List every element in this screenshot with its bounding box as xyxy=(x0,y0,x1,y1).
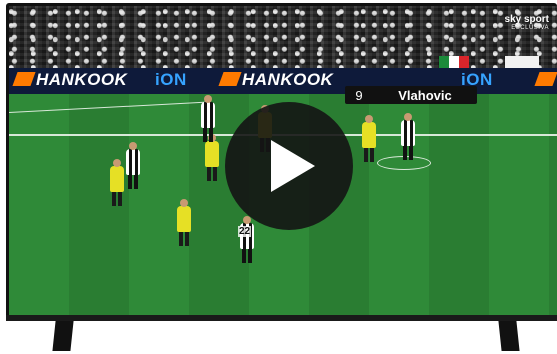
tv-bottom-bezel xyxy=(6,315,557,321)
player-yellow xyxy=(110,159,124,206)
player-yellow xyxy=(205,134,219,181)
broadcaster-name: sky sport xyxy=(504,14,549,25)
player-juventus xyxy=(126,142,140,189)
player-juventus xyxy=(401,113,415,160)
scorebug-player-name: Vlahovic xyxy=(398,87,452,103)
play-button[interactable] xyxy=(225,102,353,230)
broadcaster-logo: sky sport ESCLUSIVA xyxy=(505,14,549,31)
tv-leg-left xyxy=(52,321,74,351)
play-icon xyxy=(271,140,315,192)
tv-leg-right xyxy=(498,321,520,351)
ad-hankook-left: HANKOOK xyxy=(12,70,127,90)
pitch-line xyxy=(9,101,209,113)
ad-ion-left: iON xyxy=(155,70,187,89)
player-yellow xyxy=(362,115,376,162)
scorebug-number: 9 xyxy=(355,87,363,103)
player-juventus xyxy=(201,95,215,142)
video-frame[interactable]: HANKOOK iON HANKOOK iON 22 9 Vlahovic sk… xyxy=(9,6,557,316)
stadium-crowd xyxy=(9,6,557,68)
player-scorebug: 9 Vlahovic xyxy=(345,86,477,104)
ad-hankook-right xyxy=(534,70,557,90)
hankook-logo-icon xyxy=(12,72,36,86)
hankook-logo-icon xyxy=(218,72,242,86)
player-yellow xyxy=(177,199,191,246)
broadcaster-tag: ESCLUSIVA xyxy=(511,25,549,31)
hankook-logo-icon xyxy=(534,72,557,86)
ad-hankook-center: HANKOOK xyxy=(218,70,333,90)
